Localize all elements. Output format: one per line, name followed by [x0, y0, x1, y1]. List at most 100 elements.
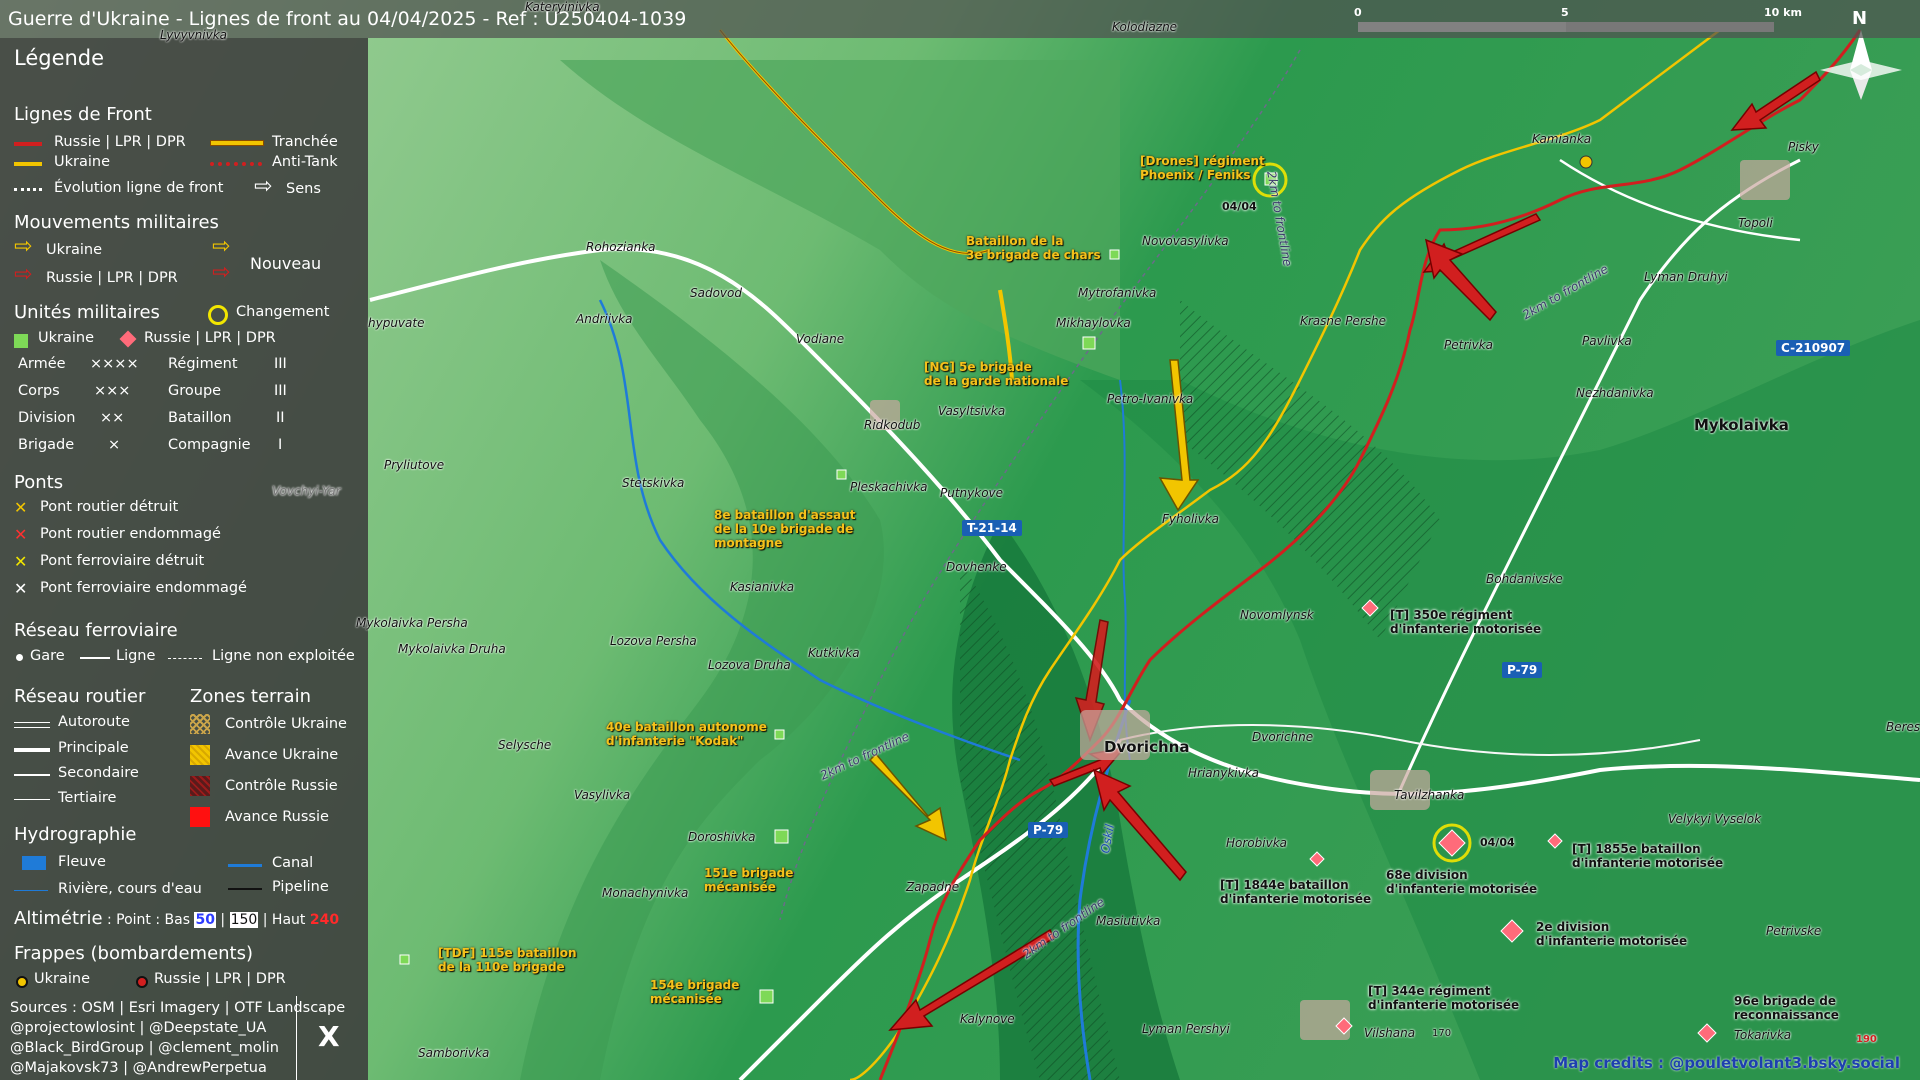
north-label: N	[1852, 8, 1868, 29]
unit-symbol-corps: ×××	[94, 383, 131, 399]
sources-divider	[296, 996, 297, 1080]
altimetry-high: 240	[309, 912, 340, 928]
ua-unit-label: 151e brigade mécanisée	[704, 866, 794, 894]
ru-unit-label: [T] 1844e bataillon d'infanterie motorisé…	[1220, 878, 1372, 906]
place-label: Mytrofanivka	[1078, 286, 1157, 300]
unit-symbol-regiment: III	[274, 356, 287, 372]
place-label: Mykolaivka Druha	[398, 642, 506, 656]
place-label: Stetskivka	[622, 476, 685, 490]
place-label: Lyman Druhyi	[1644, 270, 1728, 284]
legend-zone-0: Contrôle Ukraine	[225, 716, 347, 732]
legend-unit-ukraine: Ukraine	[38, 330, 94, 346]
legend-panel: Légende Lignes de Front Russie | LPR | D…	[0, 38, 368, 1080]
place-label: Novovasylivka	[1142, 234, 1229, 248]
legend-movements-heading: Mouvements militaires	[14, 212, 219, 233]
legend-bridge-2: Pont ferroviaire détruit	[40, 553, 205, 569]
place-label: Vovchyi-Yar	[272, 484, 341, 498]
place-label: Horobivka	[1226, 836, 1287, 850]
ua-unit-label: 40e bataillon autonome d'infanterie "Koda…	[606, 720, 767, 748]
unit-size-regiment: Régiment	[168, 356, 238, 372]
russia-move-arrow-icon: ⇨	[14, 262, 33, 287]
road-badge: P-79	[1502, 662, 1543, 678]
place-label: Andriivka	[576, 312, 633, 326]
bridge-rail-destroyed-icon: ✕	[14, 552, 28, 571]
place-label: Mikhaylovka	[1056, 316, 1131, 330]
elevation-point: 170	[1432, 1028, 1452, 1039]
place-label: Mykolaivka Persha	[356, 616, 468, 630]
unit-size-brigade: Brigade	[18, 437, 75, 453]
legend-river: Fleuve	[58, 854, 106, 870]
place-label: Petro-Ivanivka	[1107, 392, 1194, 406]
legend-canal: Canal	[272, 855, 314, 871]
road-badge: C-210907	[1776, 340, 1851, 356]
tertiary-road-swatch	[14, 799, 50, 800]
place-label: Petrivka	[1444, 338, 1493, 352]
place-label: Monachynivka	[602, 886, 689, 900]
ru-unit-label: [T] 350e régiment d'infanterie motorisée	[1390, 608, 1542, 636]
place-label: Krasne Pershe	[1300, 314, 1387, 328]
ru-unit-label: [T] 1855e bataillon d'infanterie motorisé…	[1572, 842, 1724, 870]
city-label-mykolaivka: Mykolaivka	[1694, 416, 1789, 434]
sources-line-2: @Black_BirdGroup | @clement_molin	[10, 1040, 279, 1056]
place-label: Selysche	[498, 738, 552, 752]
change-date: 04/04	[1480, 836, 1515, 849]
highway-swatch	[14, 722, 50, 728]
unit-size-company: Compagnie	[168, 437, 251, 453]
unit-symbol-battalion: II	[276, 410, 285, 426]
place-label: Ridkodub	[864, 418, 921, 432]
legend-bridge-0: Pont routier détruit	[40, 499, 179, 515]
legend-unit-russia: Russie | LPR | DPR	[144, 330, 276, 346]
altimetry-sep: |	[220, 912, 226, 928]
sources-line-3: @Majakovsk73 | @AndrewPerpetua	[10, 1060, 267, 1076]
place-label: Lyvyvnivka	[160, 28, 228, 42]
stream-swatch	[14, 890, 48, 891]
ukraine-unit-swatch	[14, 334, 28, 348]
altimetry-low: 50	[194, 912, 216, 928]
new-ukraine-arrow-icon: ⇨	[212, 234, 231, 259]
scale-label-10: 10 km	[1764, 6, 1802, 19]
russia-advance-swatch	[190, 807, 210, 827]
place-label: Kutkivka	[808, 646, 860, 660]
legend-zone-2: Contrôle Russie	[225, 778, 338, 794]
altimetry-label: Altimétrie	[14, 908, 103, 929]
place-label: Pleskachivka	[850, 480, 928, 494]
city-label-dvorichna: Dvorichna	[1104, 738, 1190, 756]
legend-zone-3: Avance Russie	[225, 809, 329, 825]
road-badge: P-79	[1028, 822, 1069, 838]
ru-unit-label: 96e brigade de reconnaissance	[1734, 994, 1839, 1022]
place-label: Pavlivka	[1582, 334, 1632, 348]
altimetry-text: : Point : Bas	[106, 912, 190, 928]
place-label: Lyman Pershyi	[1142, 1022, 1230, 1036]
place-label: Pisky	[1788, 140, 1819, 154]
unit-size-army: Armée	[18, 356, 66, 372]
unit-symbol-company: I	[278, 437, 283, 453]
place-label: Kolodiazne	[1112, 20, 1178, 34]
unit-symbol-division: ××	[100, 410, 125, 426]
ru-unit-label: 68e division d'infanterie motorisée	[1386, 868, 1538, 896]
place-label: Masiutivka	[1096, 914, 1161, 928]
unit-size-group: Groupe	[168, 383, 222, 399]
place-label: Samborivka	[418, 1046, 490, 1060]
russia-control-swatch	[190, 776, 210, 796]
place-label: hypuvate	[368, 316, 425, 330]
road-badge: T-21-14	[962, 520, 1022, 536]
secondary-road-swatch	[14, 774, 50, 776]
x-logo-icon[interactable]: X	[318, 1020, 340, 1053]
ukraine-strike-icon	[16, 976, 28, 988]
place-label: Bohdanivske	[1486, 572, 1563, 586]
legend-station: Gare	[30, 648, 65, 664]
russia-line-swatch	[14, 142, 42, 146]
legend-zones-heading: Zones terrain	[190, 686, 311, 707]
legend-antitank: Anti-Tank	[272, 154, 338, 170]
place-label: Nezhdanivka	[1576, 386, 1654, 400]
legend-road-0: Autoroute	[58, 714, 130, 730]
place-label: Pryliutove	[384, 458, 445, 472]
legend-evolution: Évolution ligne de front	[54, 180, 224, 196]
legend-bridge-1: Pont routier endommagé	[40, 526, 221, 542]
unit-symbol-group: III	[274, 383, 287, 399]
legend-russia-line: Russie | LPR | DPR	[54, 134, 186, 150]
elevation-point: 190	[1856, 1034, 1877, 1045]
altimetry-high-label: | Haut	[262, 912, 306, 928]
pipeline-swatch	[228, 888, 262, 890]
legend-altimetry: Altimétrie : Point : Bas 50 | 150 | Haut…	[14, 908, 339, 929]
